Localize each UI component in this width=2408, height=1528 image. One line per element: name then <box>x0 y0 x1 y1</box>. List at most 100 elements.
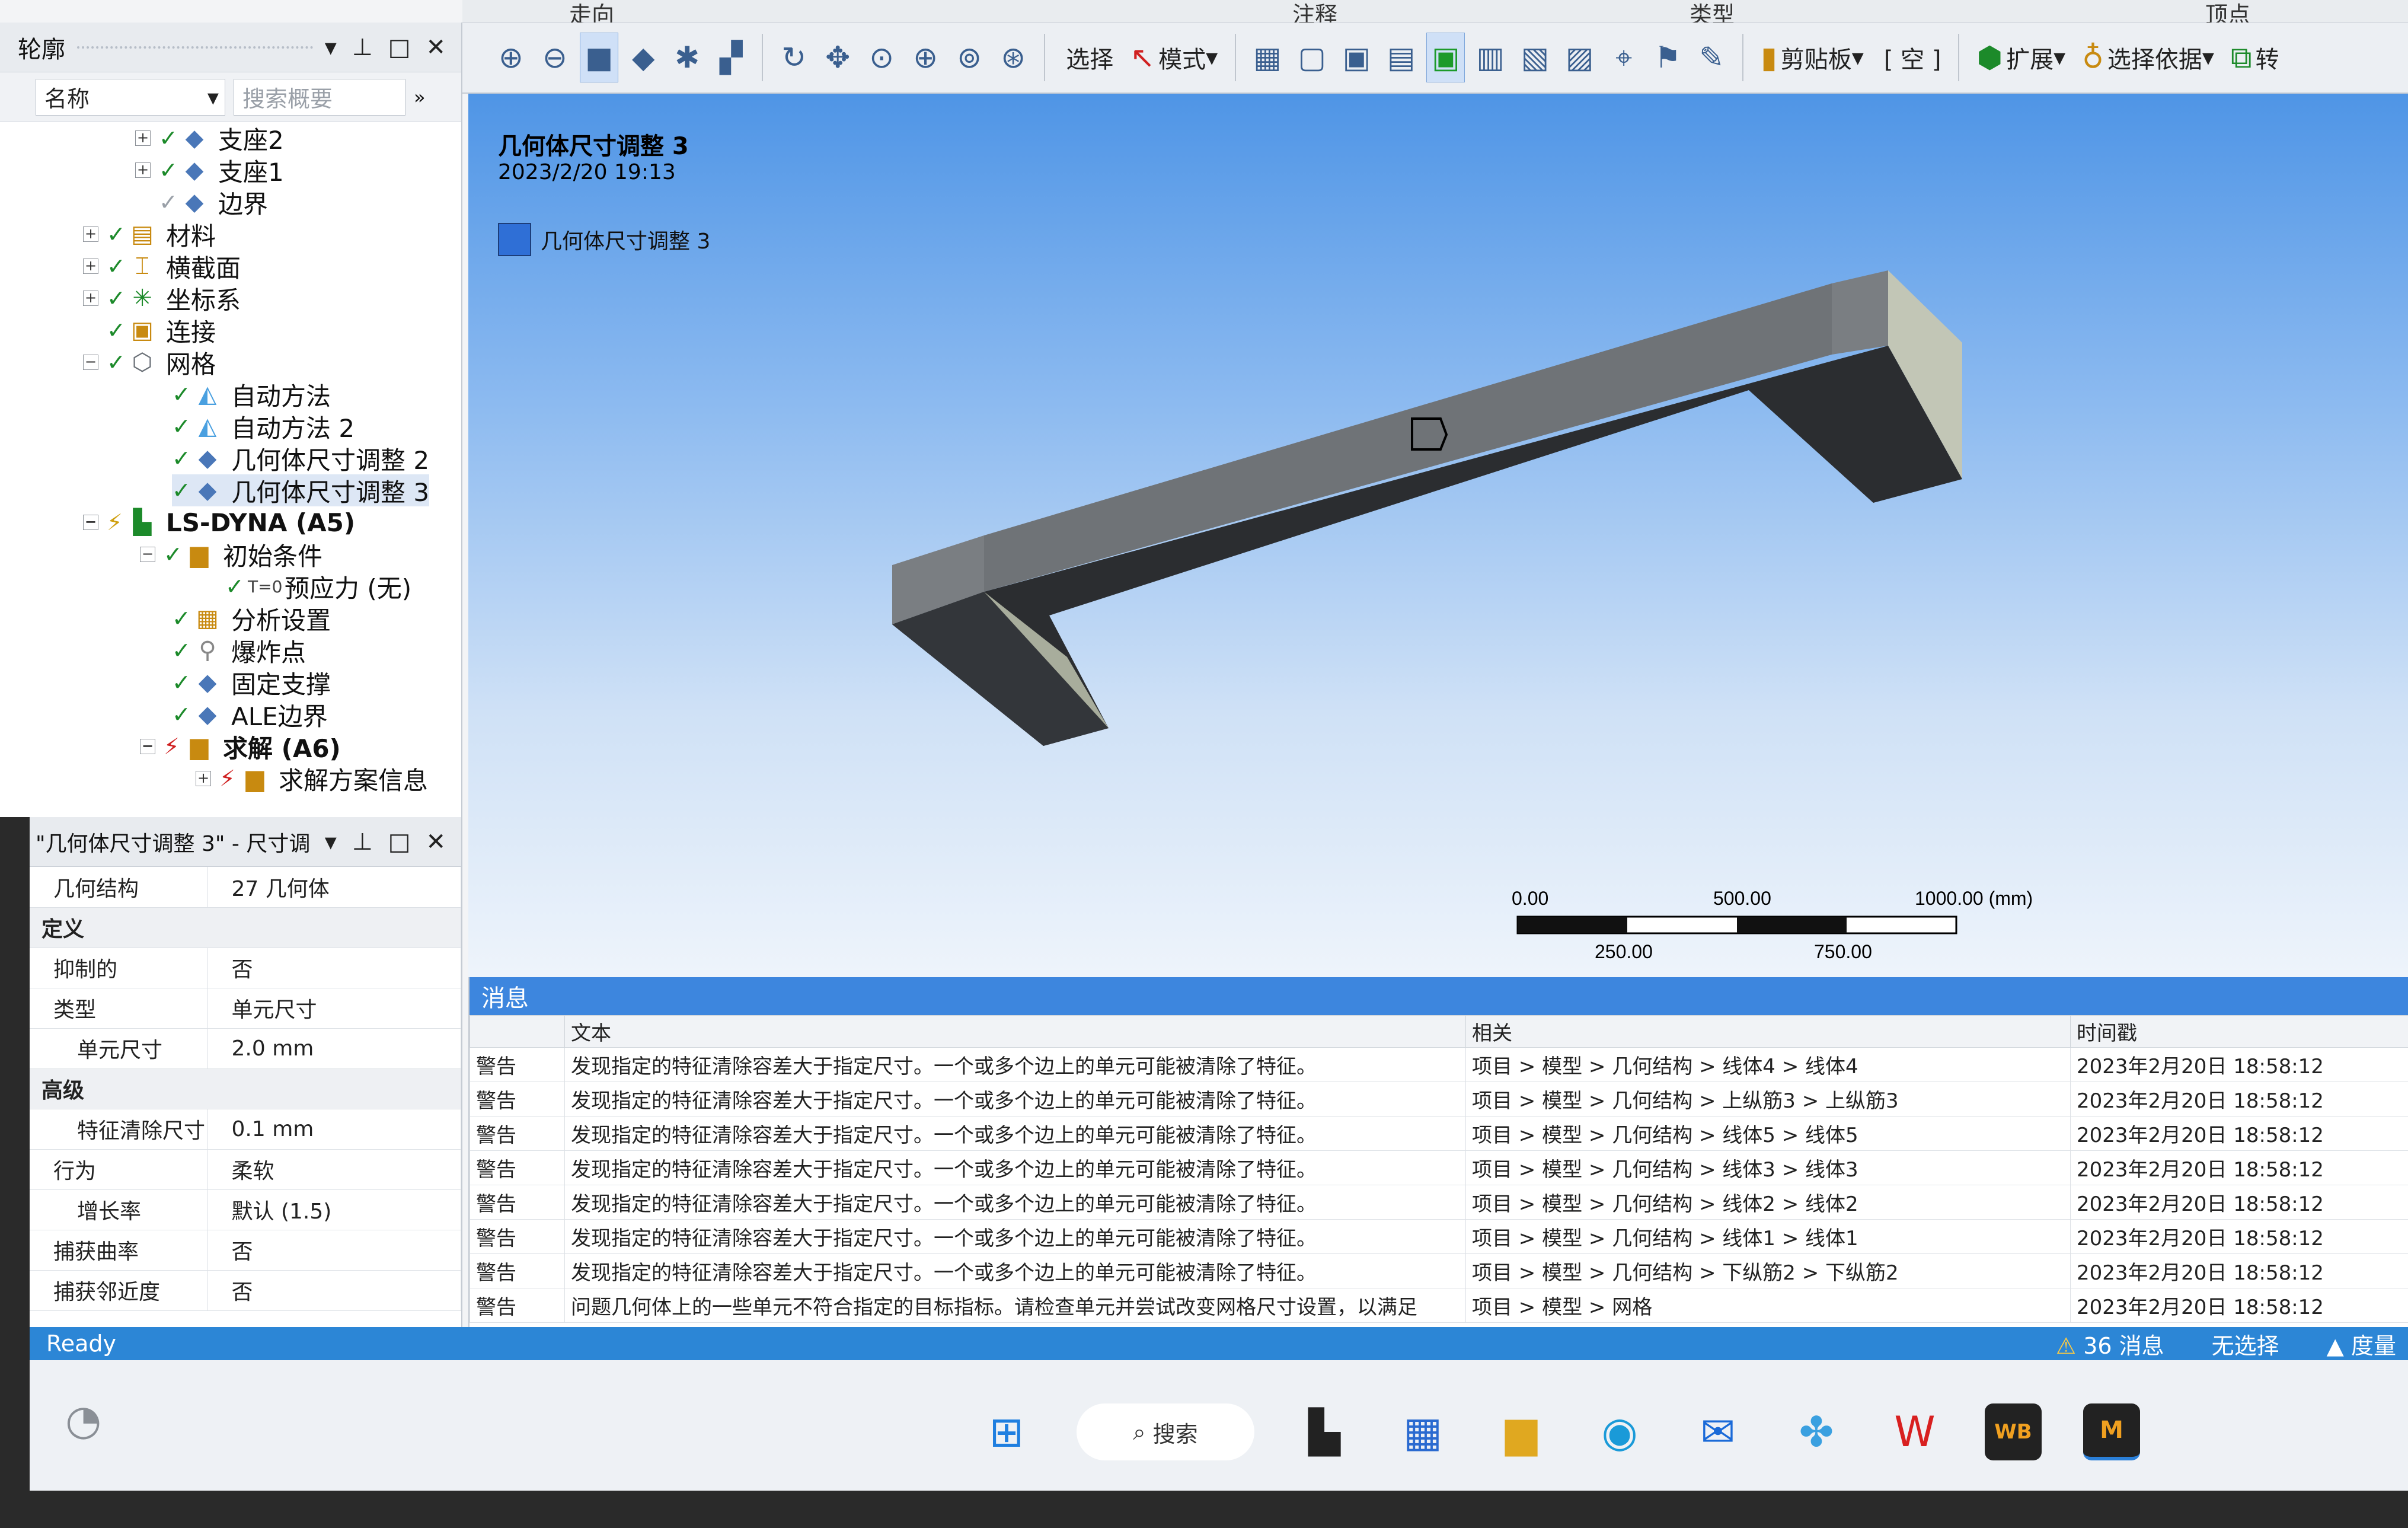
outline-search-input[interactable]: 搜索概要 <box>234 78 405 116</box>
start-button[interactable]: ⊞ <box>978 1403 1035 1460</box>
measure-button[interactable]: ▲ 度量 <box>2327 1328 2396 1360</box>
maximize-icon[interactable]: □ <box>388 828 411 856</box>
maximize-icon[interactable]: □ <box>388 34 411 61</box>
close-icon[interactable]: ✕ <box>426 828 446 856</box>
coordinate-button[interactable]: ⌖ <box>1605 33 1643 82</box>
message-row[interactable]: 警告 发现指定的特征清除容差大于指定尺寸。一个或多个边上的单元可能被清除了特征。项… <box>470 1219 2408 1254</box>
expand-icon[interactable]: » <box>414 86 426 109</box>
tree-node[interactable]: ✓ ▣ 连接 <box>107 314 216 347</box>
box-zoom-button[interactable]: ⊕ <box>906 33 944 82</box>
message-row[interactable]: 警告 发现指定的特征清除容差大于指定尺寸。一个或多个边上的单元可能被清除了特征。项… <box>470 1082 2408 1117</box>
select-element-face-button[interactable]: ▨ <box>1560 33 1599 82</box>
tree-node[interactable]: + ✓ ✳ 坐标系 <box>83 282 241 315</box>
tree-node[interactable]: ✓ ◆ ALE边界 <box>172 698 328 731</box>
column-header-text[interactable]: 文本 <box>564 1015 1466 1048</box>
mechanical-app[interactable]: M <box>2083 1403 2140 1460</box>
pin-icon[interactable]: ⊥ <box>352 34 373 61</box>
extend-dropdown[interactable]: ⬢ 扩展 ▾ <box>1971 33 2071 82</box>
message-row[interactable]: 警告 问题几何体上的一些单元不符合指定的目标指标。请检查单元并尝试改变网格尺寸设置… <box>470 1288 2408 1323</box>
message-row[interactable]: 警告 发现指定的特征清除容差大于指定尺寸。一个或多个边上的单元可能被清除了特征。项… <box>470 1253 2408 1288</box>
face-button[interactable]: ◆ <box>624 33 662 82</box>
details-row[interactable]: 类型 单元尺寸 <box>30 988 461 1029</box>
tree-node[interactable]: − ✓ ▆ 初始条件 <box>140 538 322 571</box>
filter-type-select[interactable]: 名称 ▾ <box>36 78 225 116</box>
check-icon: ✓ <box>164 541 183 567</box>
wps-app[interactable]: W <box>1886 1403 1943 1460</box>
select-active-button[interactable]: ▣ <box>1426 33 1465 82</box>
pin-icon[interactable]: ⊥ <box>352 828 373 856</box>
mode-dropdown[interactable]: ↖ 模式 ▾ <box>1125 33 1223 82</box>
tree-node[interactable]: ✓ ◭ 自动方法 2 <box>172 410 355 443</box>
message-row[interactable]: 警告 发现指定的特征清除容差大于指定尺寸。一个或多个边上的单元可能被清除了特征。项… <box>470 1185 2408 1220</box>
select-node-button[interactable]: ▥ <box>1471 33 1509 82</box>
tree-node[interactable]: − ⚡ ▆ 求解 (A6) <box>140 730 341 763</box>
details-group[interactable]: 高级 <box>30 1068 461 1109</box>
select-mesh-button[interactable]: ▦ <box>1248 33 1286 82</box>
edge-button[interactable]: ▞ <box>712 33 750 82</box>
select-body-button[interactable]: ▤ <box>1382 33 1420 82</box>
details-row[interactable]: 抑制的否 <box>30 948 461 988</box>
message-row[interactable]: 警告 发现指定的特征清除容差大于指定尺寸。一个或多个边上的单元可能被清除了特征。项… <box>470 1150 2408 1185</box>
tree-node[interactable]: + ⚡ ▆ 求解方案信息 <box>196 763 428 795</box>
pan-button[interactable]: ✥ <box>819 33 857 82</box>
details-row[interactable]: 特征清除尺寸 0.1 mm <box>30 1109 461 1150</box>
tree-node[interactable]: + ✓ ◆ 支座1 <box>135 154 284 187</box>
zoom-button[interactable]: ⊙ <box>863 33 900 82</box>
tree-node-selected[interactable]: ✓ ◆ 几何体尺寸调整 3 <box>172 474 430 507</box>
message-row[interactable]: 警告 发现指定的特征清除容差大于指定尺寸。一个或多个边上的单元可能被清除了特征。项… <box>470 1047 2408 1082</box>
taskbar-search[interactable]: ⌕ 搜索 <box>1077 1403 1254 1460</box>
convert-button[interactable]: ⧉ 转 <box>2225 33 2285 82</box>
tree-node[interactable]: ✓ ◆ 几何体尺寸调整 2 <box>172 442 429 475</box>
magnifier-button[interactable]: ⊛ <box>994 33 1032 82</box>
tree-node[interactable]: ✓ ◭ 自动方法 <box>172 378 331 411</box>
tree-node[interactable]: ✓ ◆ 固定支撑 <box>172 666 331 699</box>
column-header-related[interactable]: 相关 <box>1465 1015 2071 1048</box>
details-row[interactable]: 几何结构 27 几何体 <box>30 867 461 908</box>
column-header[interactable] <box>470 1015 565 1048</box>
chevron-down-icon[interactable]: ▾ <box>325 828 337 856</box>
selection-status[interactable]: 无选择 <box>2212 1328 2279 1360</box>
workbench-app[interactable]: WB <box>1985 1403 2042 1460</box>
tree-node[interactable]: + ✓ ◆ 支座2 <box>135 122 284 155</box>
store-app[interactable]: ▦ <box>1394 1403 1451 1460</box>
tree-node[interactable]: ✓ ⚲ 爆炸点 <box>172 634 306 667</box>
label-button[interactable]: ⚑ <box>1649 33 1687 82</box>
details-row[interactable]: 捕获曲率否 <box>30 1230 461 1271</box>
tree-node[interactable]: + ✓ ⌶ 横截面 <box>83 250 241 283</box>
select-element-button[interactable]: ▧ <box>1516 33 1554 82</box>
edge-browser-app[interactable]: ◉ <box>1591 1403 1648 1460</box>
graphics-viewport[interactable]: 几何体尺寸调整 3 2023/2/20 19:13 几何体尺寸调整 3 0.00… <box>468 94 2408 977</box>
rotate-button[interactable]: ↻ <box>775 33 813 82</box>
details-group[interactable]: 定义 <box>30 907 461 948</box>
details-row[interactable]: 捕获邻近度否 <box>30 1270 461 1311</box>
zoom-in-button[interactable]: ⊕ <box>492 33 530 82</box>
select-face-button[interactable]: ▢ <box>1292 33 1331 82</box>
column-header-time[interactable]: 时间戳 <box>2070 1015 2408 1048</box>
app-icon[interactable]: ✤ <box>1788 1403 1845 1460</box>
beam-model[interactable] <box>468 94 2408 977</box>
tree-node[interactable]: + ✓ ▤ 材料 <box>83 218 216 251</box>
tree-node[interactable]: ✓ ▦ 分析设置 <box>172 602 331 635</box>
tree-node[interactable]: − ✓ ⬡ 网格 <box>83 346 216 379</box>
details-row[interactable]: 行为 柔软 <box>30 1149 461 1190</box>
tree-node[interactable]: ✓ ◆ 边界 <box>159 186 268 219</box>
messages-count-button[interactable]: ⚠ 36 消息 <box>2056 1328 2164 1360</box>
details-row[interactable]: 增长率 默认 (1.5) <box>30 1189 461 1230</box>
tree-node[interactable]: ✓ T=0 预应力 (无) <box>225 570 411 603</box>
clipboard-dropdown[interactable]: ▮ 剪贴板 ▾ <box>1755 33 1869 82</box>
select-by-dropdown[interactable]: ♁ 选择依据 ▾ <box>2077 33 2219 82</box>
file-explorer-app[interactable]: ▆ <box>1493 1403 1550 1460</box>
chevron-down-icon[interactable]: ▾ <box>325 34 337 61</box>
vertex-button[interactable]: ✱ <box>668 33 706 82</box>
tree-node[interactable]: − ⚡ ▙ LS-DYNA (A5) <box>83 506 355 538</box>
select-edge-button[interactable]: ▣ <box>1337 33 1376 82</box>
zoom-fit-button[interactable]: ⊚ <box>950 33 988 82</box>
message-row[interactable]: 警告 发现指定的特征清除容差大于指定尺寸。一个或多个边上的单元可能被清除了特征。项… <box>470 1116 2408 1151</box>
mail-app[interactable]: ✉ <box>1690 1403 1746 1460</box>
zoom-out-button[interactable]: ⊖ <box>536 33 574 82</box>
body-select-button[interactable]: ■ <box>580 33 619 82</box>
annotation-button[interactable]: ✎ <box>1692 33 1730 82</box>
close-icon[interactable]: ✕ <box>426 34 446 61</box>
details-row[interactable]: 单元尺寸 2.0 mm <box>30 1028 461 1069</box>
task-view-button[interactable]: ▙ <box>1296 1403 1353 1460</box>
